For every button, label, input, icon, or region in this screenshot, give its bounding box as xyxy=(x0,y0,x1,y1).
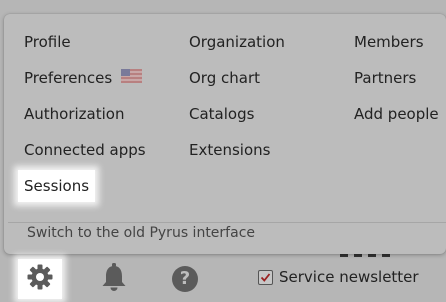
gear-icon xyxy=(26,263,54,295)
menu-item-partners[interactable]: Partners xyxy=(354,68,416,88)
help-button[interactable]: ? xyxy=(170,264,200,294)
menu-item-catalogs[interactable]: Catalogs xyxy=(189,104,254,124)
menu-item-org-chart[interactable]: Org chart xyxy=(189,68,260,88)
service-newsletter-option[interactable]: Service newsletter xyxy=(258,268,419,286)
newsletter-label: Service newsletter xyxy=(279,268,419,286)
notifications-button[interactable] xyxy=(98,262,130,296)
settings-menu: Profile Preferences Authorization Connec… xyxy=(4,14,446,254)
menu-item-preferences-label: Preferences xyxy=(24,69,113,87)
menu-item-preferences[interactable]: Preferences xyxy=(24,68,143,88)
menu-divider xyxy=(8,222,446,223)
checkmark-icon xyxy=(260,272,271,282)
old-interface-link[interactable]: Switch to the old Pyrus interface xyxy=(27,224,255,242)
newsletter-checkbox[interactable] xyxy=(258,269,273,285)
menu-item-authorization[interactable]: Authorization xyxy=(24,104,124,124)
menu-item-add-people[interactable]: Add people xyxy=(354,104,439,124)
menu-item-organization[interactable]: Organization xyxy=(189,32,285,52)
obscured-text xyxy=(340,254,400,260)
menu-item-members[interactable]: Members xyxy=(354,32,424,52)
bell-icon xyxy=(101,262,127,296)
menu-item-connected-apps[interactable]: Connected apps xyxy=(24,140,146,160)
menu-item-profile[interactable]: Profile xyxy=(24,32,71,52)
menu-item-extensions[interactable]: Extensions xyxy=(189,140,270,160)
settings-button[interactable] xyxy=(18,259,62,299)
page: Profile Preferences Authorization Connec… xyxy=(0,0,446,302)
help-icon: ? xyxy=(172,266,198,292)
us-flag-icon xyxy=(121,68,143,88)
menu-item-sessions[interactable]: Sessions xyxy=(18,170,96,202)
